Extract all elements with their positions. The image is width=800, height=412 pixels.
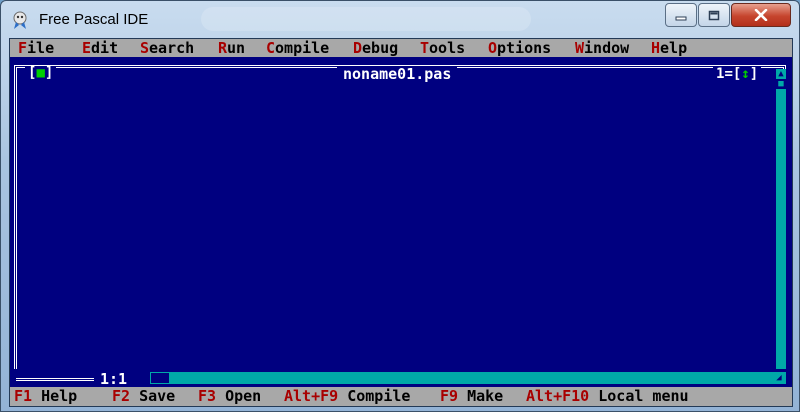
scroll-up-arrow-icon[interactable]: ▲ <box>776 69 786 79</box>
maximize-button[interactable] <box>698 3 730 27</box>
title-glow <box>201 7 531 31</box>
editor-filename: noname01.pas <box>337 67 458 82</box>
close-box-icon: ■ <box>36 65 45 81</box>
vertical-scrollbar[interactable]: ▲ ■ ▼ <box>776 69 786 381</box>
horizontal-scrollbar[interactable] <box>150 372 772 384</box>
editor-close-box[interactable]: [■] <box>25 65 57 81</box>
close-icon <box>754 6 768 25</box>
frame-bottom-line <box>16 378 94 381</box>
editor-bottom-bar: 1:1 ◢ <box>10 369 792 388</box>
editor-window-number[interactable]: 1=[↕] <box>713 66 762 82</box>
menu-run[interactable]: Run <box>218 40 245 56</box>
title-bar[interactable]: Free Pascal IDE <box>1 1 799 38</box>
editor-frame: [■] noname01.pas 1=[↕] <box>14 65 786 378</box>
minimize-icon <box>675 6 687 25</box>
minimize-button[interactable] <box>665 3 697 27</box>
status-local-menu[interactable]: Alt+F10 Local menu <box>526 388 689 405</box>
menu-debug[interactable]: Debug <box>353 40 398 56</box>
status-open[interactable]: F3 Open <box>198 388 261 405</box>
menu-options[interactable]: Options <box>488 40 551 56</box>
hscroll-thumb[interactable] <box>150 372 170 384</box>
menu-search[interactable]: Search <box>140 40 194 56</box>
editor-window[interactable]: [■] noname01.pas 1=[↕] ▲ ■ ▼ <box>10 57 792 387</box>
ide-client-area: File Edit Search Run Compile Debug Tools… <box>9 38 793 407</box>
zoom-icon: ↕ <box>741 66 750 82</box>
status-bar: F1 Help F2 Save F3 Open Alt+F9 Compile F… <box>10 387 792 406</box>
menu-compile[interactable]: Compile <box>266 40 329 56</box>
status-save[interactable]: F2 Save <box>112 388 175 405</box>
menu-tools[interactable]: Tools <box>420 40 465 56</box>
window-title: Free Pascal IDE <box>39 11 149 28</box>
scroll-thumb[interactable]: ■ <box>776 79 786 89</box>
menu-bar: File Edit Search Run Compile Debug Tools… <box>10 39 792 57</box>
app-window: Free Pascal IDE File Edit Search Run Com… <box>0 0 800 412</box>
menu-edit[interactable]: Edit <box>82 40 118 56</box>
close-button[interactable] <box>731 3 791 27</box>
menu-window[interactable]: Window <box>575 40 629 56</box>
menu-file[interactable]: File <box>18 40 54 56</box>
maximize-icon <box>708 6 720 25</box>
resize-corner-icon[interactable]: ◢ <box>772 372 786 384</box>
cursor-position: 1:1 <box>100 370 128 388</box>
status-compile[interactable]: Alt+F9 Compile <box>284 388 410 405</box>
status-help[interactable]: F1 Help <box>14 388 77 405</box>
status-make[interactable]: F9 Make <box>440 388 503 405</box>
pascal-app-icon[interactable] <box>10 10 30 30</box>
menu-help[interactable]: Help <box>651 40 687 56</box>
